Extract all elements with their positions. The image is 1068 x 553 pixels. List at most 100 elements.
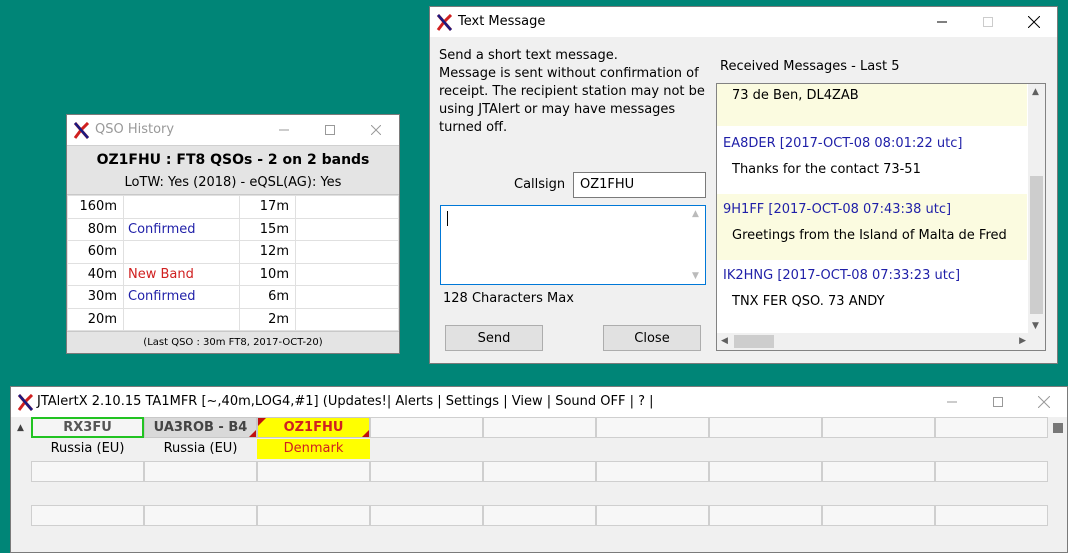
message-body: 73 de Ben, DL4ZAB: [732, 88, 859, 103]
empty-callsign-cell[interactable]: [483, 417, 596, 438]
close-icon[interactable]: [1011, 7, 1057, 37]
band-cell: 15m: [239, 217, 296, 241]
empty-callsign-cell[interactable]: [822, 505, 935, 526]
maximize-icon[interactable]: [975, 387, 1021, 417]
scroll-up-icon[interactable]: ▲: [692, 209, 699, 219]
info-line: turned off.: [439, 120, 508, 135]
empty-callsign-cell[interactable]: [483, 505, 596, 526]
callsign-cell-oz1fhu[interactable]: OZ1FHU: [257, 417, 370, 438]
qso-history-window: QSO History OZ1FHU : FT8 QSOs - 2 on 2 b…: [66, 114, 400, 354]
band-cell: 80m: [67, 217, 124, 241]
status-cell: [295, 195, 399, 219]
callsign-text: OZ1FHU: [283, 420, 344, 435]
scrollbar-thumb[interactable]: [734, 335, 774, 348]
band-cell: 60m: [67, 240, 124, 264]
empty-callsign-cell[interactable]: [822, 417, 935, 438]
corner-flag-icon: [258, 418, 266, 426]
band-cell: 6m: [239, 285, 296, 309]
text-message-titlebar[interactable]: Text Message: [430, 7, 1057, 37]
table-row: 60m 12m: [67, 240, 399, 264]
empty-callsign-cell[interactable]: [935, 417, 1048, 438]
scrollbar-thumb[interactable]: [1030, 176, 1043, 314]
band-table: 160m 17m 80m Confirmed 15m 60m 12m 40m New Ba…: [67, 195, 399, 331]
scrollbar-thumb[interactable]: [1053, 423, 1063, 433]
horizontal-scrollbar[interactable]: ◀ ▶: [717, 333, 1030, 350]
status-cell: [295, 285, 399, 309]
scroll-up-icon[interactable]: ▲: [1032, 87, 1039, 97]
country-label: Russia (EU): [163, 441, 238, 456]
band-cell: 12m: [239, 240, 296, 264]
maximize-icon[interactable]: [965, 7, 1011, 37]
empty-callsign-cell[interactable]: [370, 461, 483, 482]
close-icon[interactable]: [1021, 387, 1067, 417]
empty-callsign-cell[interactable]: [822, 461, 935, 482]
text-caret: [447, 211, 448, 226]
received-messages-list[interactable]: 73 de Ben, DL4ZAB EA8DER [2017-OCT-08 08…: [716, 83, 1046, 351]
close-icon[interactable]: [353, 115, 399, 145]
info-line: using JTAlert or may have messages: [439, 102, 676, 117]
jtalert-app-icon: [73, 122, 90, 139]
close-button[interactable]: Close: [603, 325, 701, 351]
minimize-icon[interactable]: [929, 387, 975, 417]
empty-callsign-cell[interactable]: [257, 505, 370, 526]
empty-callsign-cell[interactable]: [596, 417, 709, 438]
scroll-down-icon[interactable]: ▼: [692, 271, 699, 281]
scroll-right-icon[interactable]: ▶: [1019, 336, 1026, 346]
message-header: IK2HNG [2017-OCT-08 07:33:23 utc]: [723, 268, 961, 283]
empty-callsign-cell[interactable]: [709, 461, 822, 482]
empty-callsign-cell[interactable]: [144, 505, 257, 526]
qso-history-titlebar[interactable]: QSO History: [67, 115, 399, 145]
jtalert-title-menu[interactable]: JTAlertX 2.10.15 TA1MFR [~,40m,LOG4,#1] …: [37, 394, 654, 409]
message-textarea[interactable]: ▲ ▼: [440, 205, 706, 285]
empty-callsign-cell[interactable]: [144, 461, 257, 482]
empty-callsign-cell[interactable]: [709, 417, 822, 438]
status-cell: Confirmed: [123, 285, 240, 309]
scroll-up-icon[interactable]: ▲: [17, 423, 24, 433]
text-message-title: Text Message: [458, 14, 546, 29]
message-body: TNX FER QSO. 73 ANDY: [732, 294, 885, 309]
jtalert-titlebar[interactable]: JTAlertX 2.10.15 TA1MFR [~,40m,LOG4,#1] …: [11, 387, 1067, 417]
message-body: Thanks for the contact 73-51: [732, 162, 921, 177]
scroll-down-icon[interactable]: ▼: [1032, 321, 1039, 331]
max-characters-label: 128 Characters Max: [443, 291, 574, 306]
vertical-scrollbar[interactable]: ▲ ▼: [1028, 84, 1045, 334]
send-button[interactable]: Send: [445, 325, 543, 351]
textarea-scrollbar[interactable]: ▲ ▼: [689, 206, 705, 284]
empty-callsign-cell[interactable]: [935, 461, 1048, 482]
corner-flag-icon: [362, 430, 369, 437]
callsign-cell-ua3rob[interactable]: UA3ROB - B4: [144, 417, 257, 438]
band-cell: 20m: [67, 307, 124, 331]
empty-callsign-cell[interactable]: [935, 505, 1048, 526]
scrollbar-corner: [1028, 333, 1045, 350]
info-text: Send a short text message. Message is se…: [439, 47, 709, 137]
empty-callsign-cell[interactable]: [596, 505, 709, 526]
empty-callsign-cell[interactable]: [596, 461, 709, 482]
empty-callsign-cell[interactable]: [483, 461, 596, 482]
list-item: EA8DER [2017-OCT-08 08:01:22 utc] Thanks…: [717, 130, 1027, 192]
minimize-icon[interactable]: [261, 115, 307, 145]
scroll-left-icon[interactable]: ◀: [721, 336, 728, 346]
callsign-text: UA3ROB - B4: [153, 420, 248, 435]
table-row: 80m Confirmed 15m: [67, 217, 399, 241]
empty-callsign-cell[interactable]: [370, 505, 483, 526]
status-cell: [295, 217, 399, 241]
list-item: IK2HNG [2017-OCT-08 07:33:23 utc] TNX FE…: [717, 262, 1027, 328]
info-line: Send a short text message.: [439, 48, 618, 63]
empty-callsign-cell[interactable]: [31, 461, 144, 482]
maximize-icon[interactable]: [307, 115, 353, 145]
empty-callsign-cell[interactable]: [31, 505, 144, 526]
message-header: EA8DER [2017-OCT-08 08:01:22 utc]: [723, 136, 963, 151]
empty-callsign-cell[interactable]: [257, 461, 370, 482]
message-body: Greetings from the Island of Malta de Fr…: [732, 228, 1007, 243]
status-cell: [295, 307, 399, 331]
last-qso-footer: (Last QSO : 30m FT8, 2017-OCT-20): [67, 331, 399, 353]
empty-callsign-cell[interactable]: [370, 417, 483, 438]
callsign-input[interactable]: OZ1FHU: [573, 172, 706, 198]
empty-callsign-cell[interactable]: [709, 505, 822, 526]
jtalert-main-window: JTAlertX 2.10.15 TA1MFR [~,40m,LOG4,#1] …: [10, 386, 1068, 553]
band-cell: 40m: [67, 262, 124, 286]
callsign-cell-rx3fu[interactable]: RX3FU: [31, 417, 144, 438]
minimize-icon[interactable]: [919, 7, 965, 37]
table-row: 160m 17m: [67, 195, 399, 219]
status-cell: New Band: [123, 262, 240, 286]
